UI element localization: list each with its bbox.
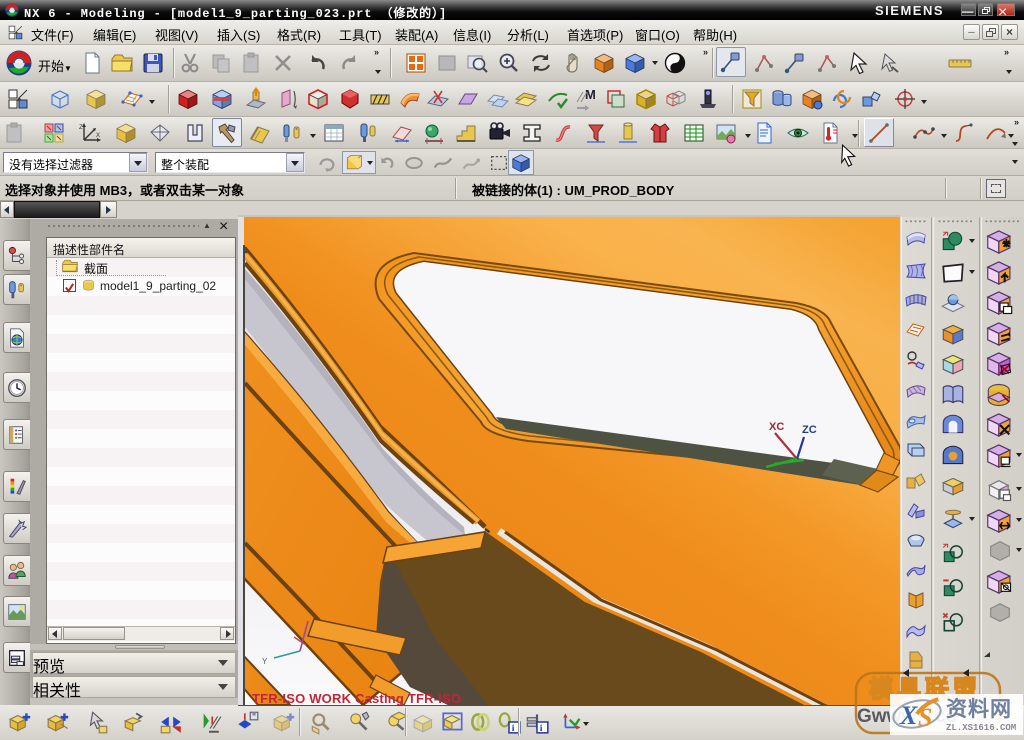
svg-text:X: X: [899, 701, 918, 730]
svg-text:资料网: 资料网: [946, 698, 1012, 721]
svg-text:Y: Y: [262, 657, 268, 666]
svg-text:M: M: [585, 87, 596, 102]
svg-text:X: X: [96, 133, 100, 139]
svg-text:XC: XC: [769, 421, 784, 433]
svg-text:TFR-ISO WORK Casting TFR-ISO: TFR-ISO WORK Casting TFR-ISO: [252, 691, 461, 705]
svg-text:i: i: [512, 723, 515, 734]
svg-text:Z: Z: [79, 125, 83, 131]
svg-text:i: i: [540, 723, 543, 734]
svg-text:ZC: ZC: [802, 424, 817, 436]
svg-text:ZL.XS1616.COM: ZL.XS1616.COM: [946, 723, 1016, 733]
svg-text:S: S: [918, 703, 932, 732]
